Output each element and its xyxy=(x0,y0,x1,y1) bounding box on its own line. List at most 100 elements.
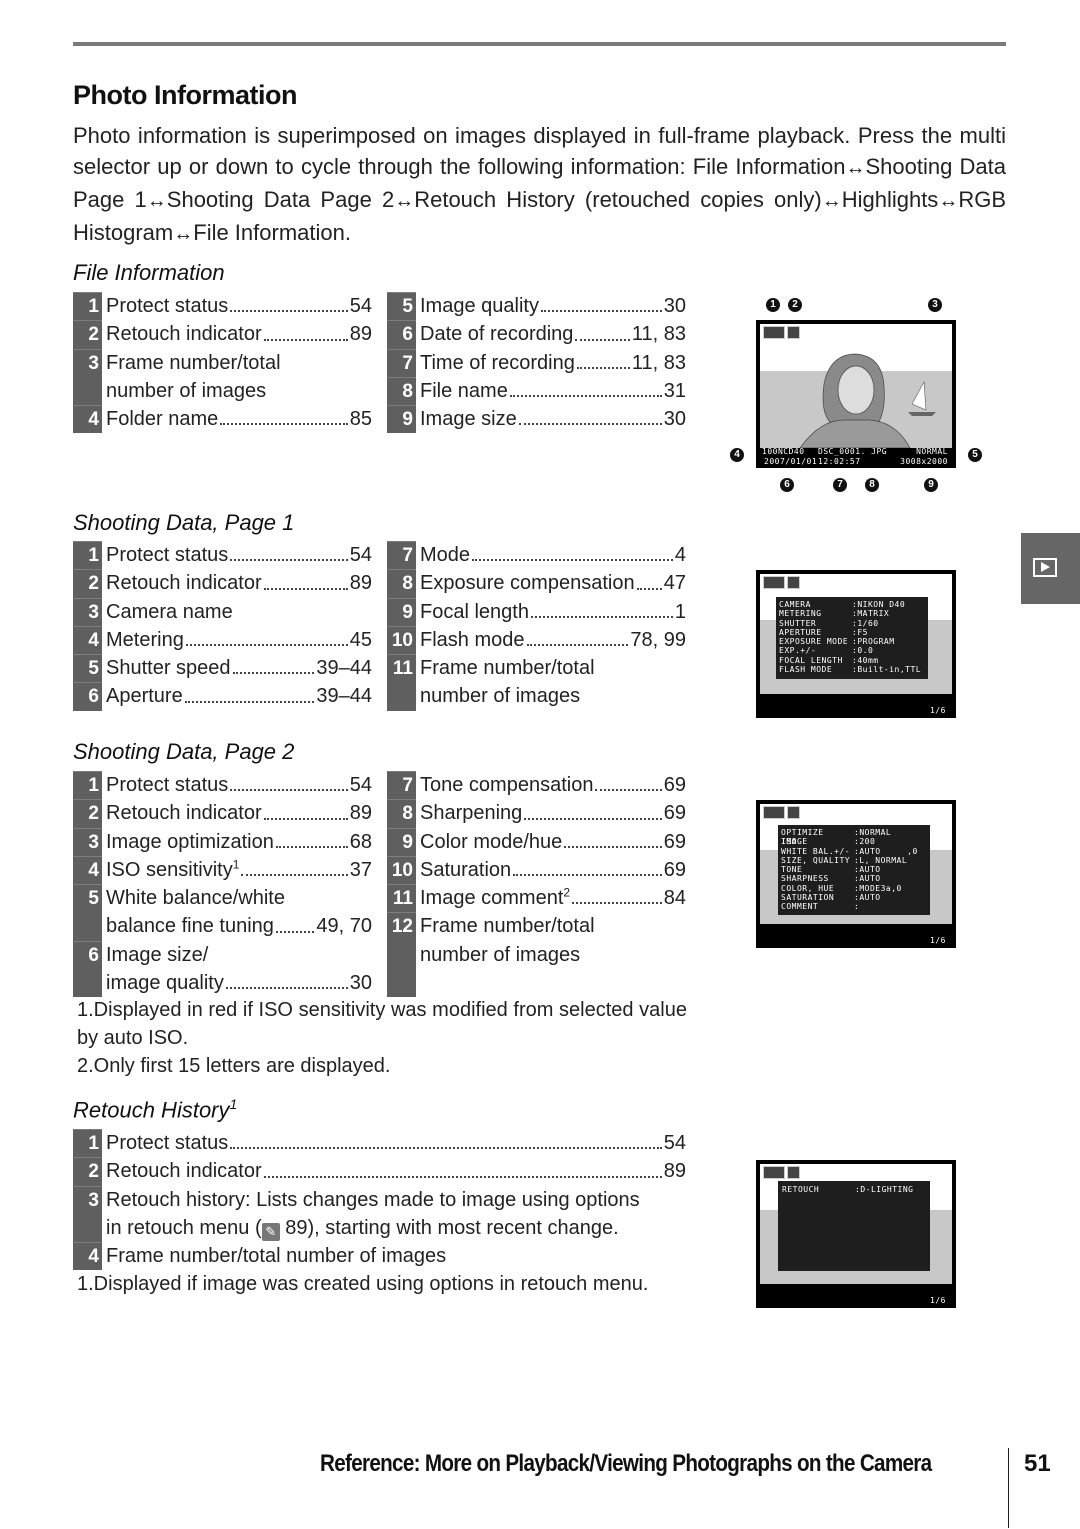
list-item: 8 Exposure compensation 47 xyxy=(387,569,686,598)
list-item: 7 Mode 4 xyxy=(387,541,686,570)
dot-leader xyxy=(263,799,348,820)
item-number: 11 xyxy=(387,884,416,913)
overlay-key: COMMENT xyxy=(781,902,819,912)
dot-leader xyxy=(572,884,662,905)
overlay-value: :AUTO xyxy=(854,893,881,903)
overlay-row: WHITE BAL.+/-:AUTO ,0 xyxy=(781,847,927,856)
item-label: Image optimization xyxy=(106,828,274,856)
item-number xyxy=(73,376,102,406)
dot-leader xyxy=(472,541,673,562)
overlay-row: SHARPNESS:AUTO xyxy=(781,874,927,883)
page-ref: 45 xyxy=(349,628,372,651)
footnote-marker: 1 xyxy=(229,1096,238,1112)
dot-leader xyxy=(185,626,348,647)
footnote-marker: 1 xyxy=(232,857,240,872)
item-label: image quality xyxy=(106,969,224,997)
dot-leader xyxy=(540,292,662,313)
list-item: 4 Frame number/total number of images xyxy=(73,1242,686,1271)
overlay-row: EXP.+/-:0.0 xyxy=(779,646,925,655)
intro-text: Highlights xyxy=(841,187,939,212)
item-number: 6 xyxy=(73,940,102,970)
item-number: 7 xyxy=(387,541,416,570)
overlay-row: APERTURE:F5 xyxy=(779,628,925,637)
overlay-key: EXPOSURE MODE xyxy=(779,637,849,647)
item-number: 5 xyxy=(387,292,416,321)
dot-leader xyxy=(241,856,348,877)
image-size: 3008x2000 xyxy=(900,457,948,466)
page-ref: 68 xyxy=(349,830,372,853)
item-label: Image quality xyxy=(420,292,539,320)
list-item: 9 Color mode/hue 69 xyxy=(387,827,686,856)
page-ref: 84 xyxy=(663,887,686,910)
playback-section-tab[interactable] xyxy=(1021,533,1080,604)
lcd-screen: OPTIMIZE IMAGE:NORMAL ISO:200 WHITE BAL.+/… xyxy=(756,800,956,948)
page-ref: 47 xyxy=(663,572,686,595)
item-number: 7 xyxy=(387,348,416,377)
overlay-value: :D-LIGHTING xyxy=(855,1185,914,1194)
protect-icon xyxy=(763,1166,785,1179)
list-item: balance fine tuning 49, 70 xyxy=(73,912,372,941)
page-ref: 54 xyxy=(349,295,372,317)
item-number: 8 xyxy=(387,376,416,406)
list-item: 1 Protect status 54 xyxy=(73,1129,686,1158)
item-label: Camera name xyxy=(106,598,233,626)
label-text: Image size xyxy=(420,408,517,431)
list-item: 3 Frame number/total xyxy=(73,348,372,377)
dot-leader xyxy=(275,828,348,848)
item-number: 4 xyxy=(73,625,102,655)
overlay-value: :F5 xyxy=(852,627,868,637)
list-item: 2 Retouch indicator 89 xyxy=(73,569,372,598)
overlay-row: TONE:AUTO xyxy=(781,865,927,874)
retouch-icon xyxy=(787,1166,800,1179)
file-info-left-list: 1 Protect status 54 2 Retouch indicator 89 3 Fr… xyxy=(73,292,372,434)
page-number: 51 xyxy=(1024,1450,1051,1477)
callout-5: 5 xyxy=(968,448,982,462)
list-item: 7 Tone compensation 69 xyxy=(387,771,686,800)
callout-8: 8 xyxy=(865,478,879,492)
label-text: Retouch indicator xyxy=(106,802,262,825)
dot-leader xyxy=(220,405,348,426)
section-heading-file-information: File Information xyxy=(73,260,225,285)
lcd-screen: 1/6 100NCD40 DSC_0001. JPG NORMAL 2007/0… xyxy=(756,320,956,468)
dot-leader xyxy=(636,569,662,590)
item-label: Exposure compensation xyxy=(420,569,635,597)
item-number: 3 xyxy=(73,827,102,856)
page-ref: 69 xyxy=(663,858,686,881)
retouch-history-list: 1 Protect status 54 2 Retouch indicator 89 3… xyxy=(73,1129,686,1271)
item-label: Metering xyxy=(106,626,184,654)
item-label: Retouch history: Lists changes made to i… xyxy=(106,1188,640,1211)
label-text: Focal length xyxy=(420,600,529,623)
label-text: Camera name xyxy=(106,600,233,623)
section-heading-shooting-data-2: Shooting Data, Page 2 xyxy=(73,739,295,764)
item-label: Protect status xyxy=(106,771,228,799)
shooting-data-overlay: OPTIMIZE IMAGE:NORMAL ISO:200 WHITE BAL.+/… xyxy=(778,825,930,915)
label-text: Protect status xyxy=(106,774,229,796)
overlay-row: METERING:MATRIX xyxy=(779,609,925,618)
label-text: Retouch indicator xyxy=(106,323,262,346)
list-item: number of images xyxy=(387,682,686,711)
arrow-icon: ↔ xyxy=(394,190,415,212)
list-item: in retouch menu (✎ 89), starting with mo… xyxy=(73,1213,686,1243)
list-item: 2 Retouch indicator 89 xyxy=(73,799,372,828)
list-item: image quality 30 xyxy=(73,969,372,998)
list-item: 1 Protect status 54 xyxy=(73,541,372,570)
label-text: Saturation xyxy=(420,858,512,881)
item-number: 10 xyxy=(387,625,416,655)
top-rule xyxy=(73,42,1006,46)
item-number: 1 xyxy=(73,541,102,570)
overlay-value: :L, NORMAL xyxy=(854,855,908,865)
label-text: Mode xyxy=(420,544,471,566)
arrow-icon: ↔ xyxy=(845,157,866,179)
list-item xyxy=(387,969,686,998)
item-number xyxy=(73,1213,102,1243)
lcd-screen: RETOUCH:D-LIGHTING 1/6 xyxy=(756,1160,956,1308)
label-text: Flash mode xyxy=(420,628,525,651)
label-text: Image quality xyxy=(420,295,539,317)
item-number: 3 xyxy=(73,597,102,626)
shooting2-right-list: 7 Tone compensation 69 8 Sharpening 69 9 Color … xyxy=(387,771,686,998)
section-heading-retouch-history: Retouch History1 xyxy=(73,1096,237,1123)
retouch-icon xyxy=(787,576,800,589)
item-number: 4 xyxy=(73,405,102,434)
list-item: number of images xyxy=(73,376,372,406)
page-ref: 89 xyxy=(663,1160,686,1183)
